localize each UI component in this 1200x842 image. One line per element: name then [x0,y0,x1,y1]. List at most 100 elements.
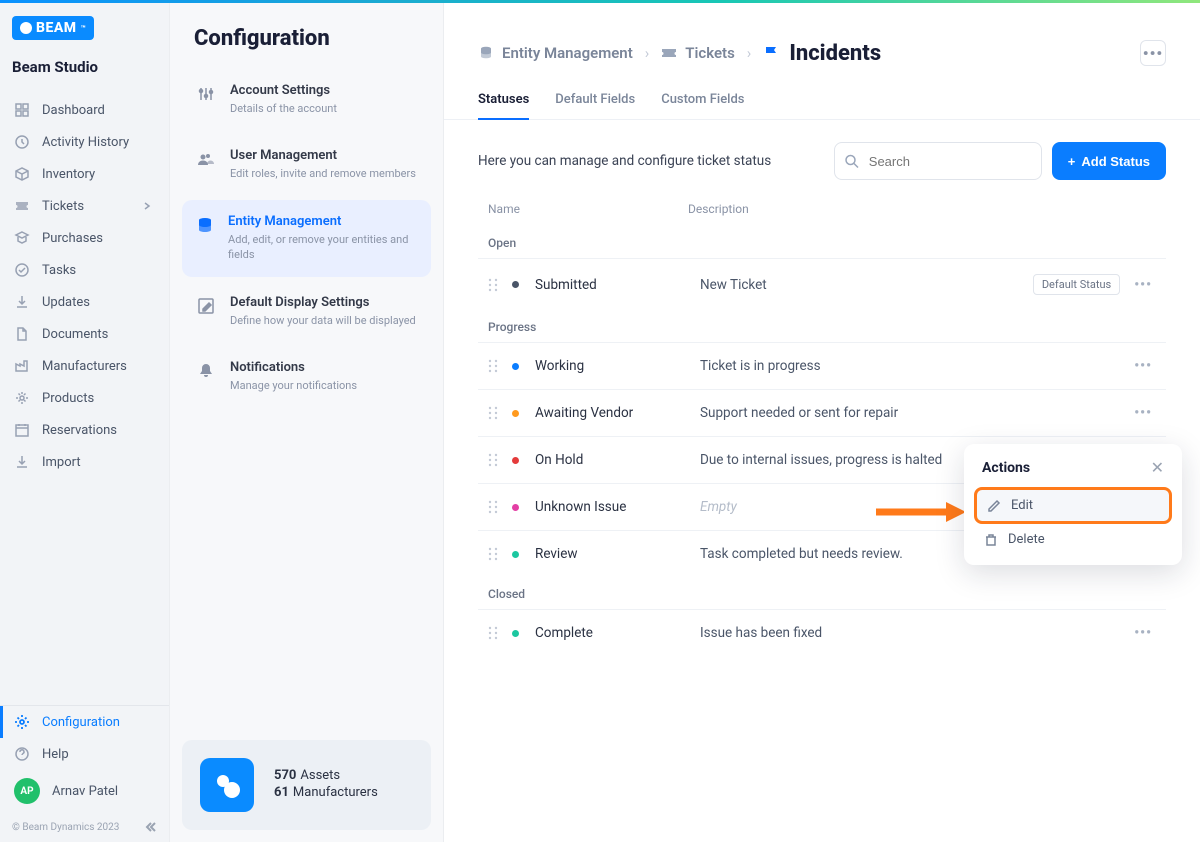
default-badge: Default Status [1033,274,1120,295]
sidebar-label: Reservations [42,423,117,438]
config-item-account[interactable]: Account SettingsDetails of the account [182,69,431,130]
sidebar-item-inventory[interactable]: Inventory [0,158,169,190]
config-item-desc: Manage your notifications [230,378,357,393]
sidebar-label: Import [42,455,81,470]
config-item-notifications[interactable]: NotificationsManage your notifications [182,346,431,407]
popover-delete-button[interactable]: Delete [974,524,1172,555]
flag-icon [763,44,781,62]
logo-dot-icon [20,22,32,34]
config-item-entity[interactable]: Entity ManagementAdd, edit, or remove yo… [182,200,431,277]
popover-edit-button[interactable]: Edit [974,487,1172,524]
sidebar-bottom: Configuration Help APArnav Patel © Beam … [0,705,169,842]
collapse-icon[interactable] [143,820,157,834]
page-more-button[interactable]: ••• [1140,40,1166,66]
sidebar-label: Documents [42,327,108,342]
copyright-text: © Beam Dynamics 2023 [12,822,119,833]
status-dot [512,363,519,370]
toolbar-description: Here you can manage and configure ticket… [478,153,771,169]
status-dot [512,457,519,464]
stat-manufacturers-count: 61 [274,785,289,800]
sidebar-label: Inventory [42,167,95,182]
drag-handle-icon[interactable] [488,499,498,515]
box-icon [14,166,30,182]
drag-handle-icon[interactable] [488,277,498,293]
row-more-button[interactable]: ••• [1130,358,1156,374]
config-item-display[interactable]: Default Display SettingsDefine how your … [182,281,431,342]
sidebar-label: Dashboard [42,103,105,118]
search-input[interactable] [834,142,1042,180]
toolbar: Here you can manage and configure ticket… [444,120,1200,202]
sidebar-item-tickets[interactable]: Tickets [0,190,169,222]
chevron-right-icon: › [747,44,752,62]
database-icon [478,45,494,61]
sidebar-label: Tickets [42,199,84,214]
config-footer: 570 Assets 61 Manufacturers [182,740,431,830]
sidebar-item-purchases[interactable]: Purchases [0,222,169,254]
drag-handle-icon[interactable] [488,546,498,562]
tab-default-fields[interactable]: Default Fields [555,92,635,119]
breadcrumb-entity[interactable]: Entity Management [478,44,633,62]
download-icon [14,294,30,310]
stat-assets-label: Assets [300,768,340,783]
row-name: On Hold [535,452,700,468]
sidebar-item-dashboard[interactable]: Dashboard [0,94,169,126]
sidebar-label: Updates [42,295,90,310]
copyright-row: © Beam Dynamics 2023 [0,812,169,842]
sidebar-item-updates[interactable]: Updates [0,286,169,318]
table-row: Submitted New Ticket Default Status ••• [478,258,1166,310]
main-content: Entity Management › Tickets › Incidents … [444,0,1200,842]
tab-custom-fields[interactable]: Custom Fields [661,92,744,119]
ticket-icon [14,198,30,214]
config-item-desc: Details of the account [230,101,337,116]
sidebar-item-documents[interactable]: Documents [0,318,169,350]
configuration-title: Configuration [170,0,443,69]
stat-assets-count: 570 [274,768,296,783]
sidebar-item-configuration[interactable]: Configuration [0,706,169,738]
tabs: Statuses Default Fields Custom Fields [444,74,1200,120]
help-icon [14,746,30,762]
close-icon[interactable]: ✕ [1151,458,1164,477]
brand-logo[interactable]: BEAM™ [12,16,94,40]
sidebar-item-products[interactable]: Products [0,382,169,414]
sidebar-item-tasks[interactable]: Tasks [0,254,169,286]
purchase-icon [14,230,30,246]
drag-handle-icon[interactable] [488,625,498,641]
drag-handle-icon[interactable] [488,452,498,468]
drag-handle-icon[interactable] [488,405,498,421]
logo-area: BEAM™ [0,16,169,46]
sidebar-item-user[interactable]: APArnav Patel [0,770,169,812]
bell-icon [196,360,216,393]
history-icon [14,134,30,150]
stat-manufacturers-label: Manufacturers [293,785,378,800]
sidebar-item-manufacturers[interactable]: Manufacturers [0,350,169,382]
breadcrumb-tickets[interactable]: Tickets [661,44,735,62]
chevron-right-icon [139,198,155,214]
primary-nav: Dashboard Activity History Inventory Tic… [0,94,169,705]
row-more-button[interactable]: ••• [1130,277,1156,293]
config-item-title: Default Display Settings [230,295,416,310]
config-item-desc: Add, edit, or remove your entities and f… [228,232,417,263]
config-item-users[interactable]: User ManagementEdit roles, invite and re… [182,134,431,195]
drag-handle-icon[interactable] [488,358,498,374]
sliders-icon [196,83,216,116]
tab-statuses[interactable]: Statuses [478,92,529,119]
sidebar-item-activity[interactable]: Activity History [0,126,169,158]
row-more-button[interactable]: ••• [1130,625,1156,641]
search-icon [844,154,859,169]
row-more-button[interactable]: ••• [1130,405,1156,421]
gear-icon [14,714,30,730]
search-wrapper [834,142,1042,180]
trash-icon [984,533,998,547]
users-icon [196,148,216,181]
sidebar-item-help[interactable]: Help [0,738,169,770]
primary-sidebar: BEAM™ Beam Studio Dashboard Activity His… [0,0,170,842]
sidebar-item-reservations[interactable]: Reservations [0,414,169,446]
row-name: Unknown Issue [535,499,700,515]
calendar-icon [14,422,30,438]
sidebar-label: Products [42,391,94,406]
add-status-button[interactable]: +Add Status [1052,142,1166,180]
popover-title: Actions [982,460,1030,476]
sidebar-label: Help [42,747,69,762]
sidebar-item-import[interactable]: Import [0,446,169,478]
actions-popover: Actions ✕ Edit Delete [964,444,1182,565]
